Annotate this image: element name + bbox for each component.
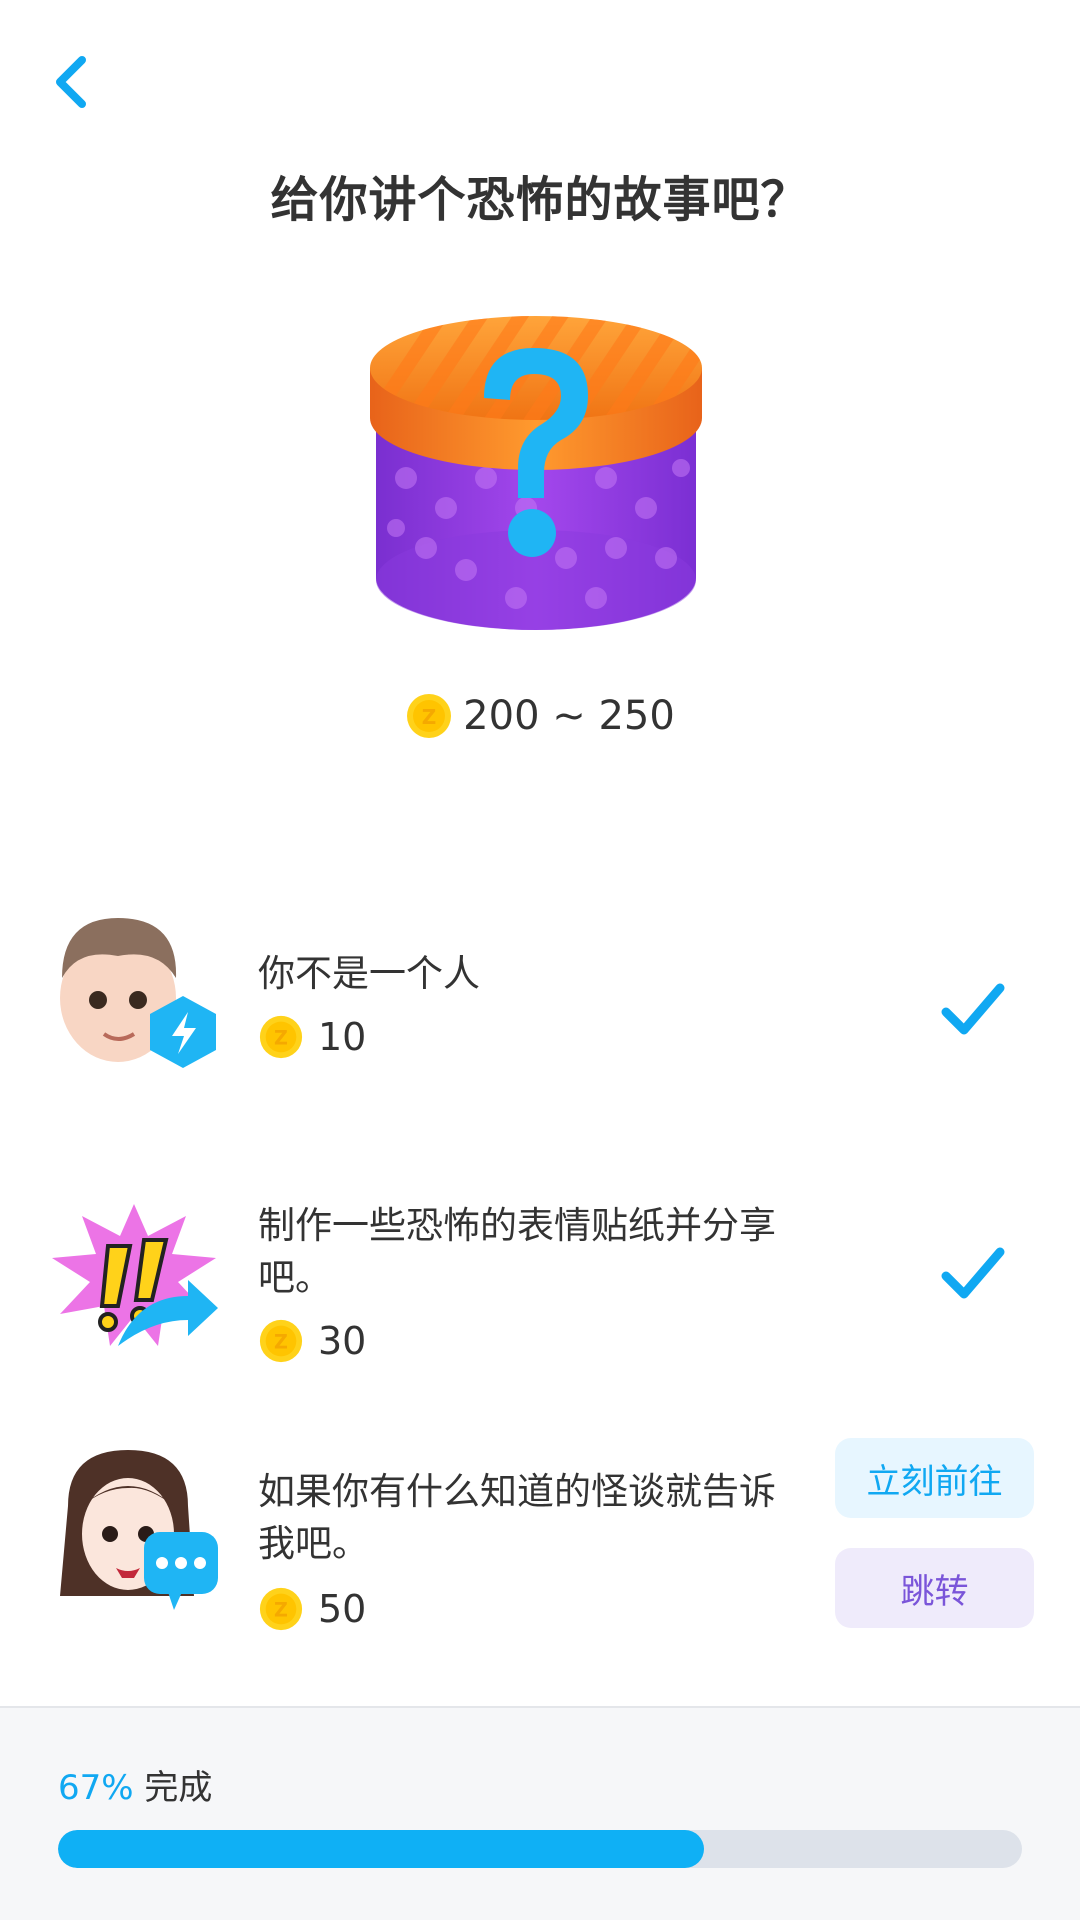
chevron-left-icon bbox=[56, 56, 86, 108]
page-title: 给你讲个恐怖的故事吧？ bbox=[270, 172, 810, 228]
task-item: 制作一些恐怖的表情贴纸并分享吧。 Z 30 bbox=[0, 1196, 1080, 1396]
progress-footer: 67% 完成 bbox=[0, 1706, 1080, 1920]
exclamation-share-icon bbox=[52, 1204, 218, 1346]
reward-range-value: 200 ~ 250 bbox=[463, 693, 675, 739]
mission-page: 给你讲个恐怖的故事吧？ Z 200 ~ 250 你不是一个人 Z 10 制作一些… bbox=[0, 0, 1080, 1920]
boy-avatar-lightning-icon bbox=[60, 918, 216, 1068]
progress-suffix: 完成 bbox=[144, 1768, 213, 1808]
coin-icon: Z bbox=[259, 1319, 303, 1363]
progress-percent: 67% bbox=[58, 1768, 134, 1808]
svg-text:Z: Z bbox=[274, 1331, 288, 1354]
check-icon bbox=[941, 1247, 1005, 1299]
girl-avatar-chat-icon bbox=[60, 1450, 218, 1610]
task-title: 你不是一个人 bbox=[258, 952, 480, 995]
check-icon bbox=[941, 983, 1005, 1035]
task-item: 你不是一个人 Z 10 bbox=[0, 908, 1080, 1108]
task-reward: Z 50 bbox=[258, 1586, 366, 1632]
task-reward-value: 50 bbox=[318, 1587, 367, 1631]
task-reward: Z 30 bbox=[258, 1318, 366, 1364]
coin-icon: Z bbox=[259, 1587, 303, 1631]
task-reward-value: 30 bbox=[318, 1319, 367, 1363]
back-button[interactable] bbox=[40, 40, 104, 124]
coin-icon: Z bbox=[259, 1015, 303, 1059]
progress-bar bbox=[58, 1830, 1022, 1868]
svg-text:Z: Z bbox=[422, 705, 437, 729]
go-now-button[interactable]: 立刻前往 bbox=[835, 1438, 1034, 1518]
jump-button[interactable]: 跳转 bbox=[835, 1548, 1034, 1628]
progress-label: 67% 完成 bbox=[58, 1760, 212, 1809]
task-item: 如果你有什么知道的怪谈就告诉我吧。 Z 50 立刻前往 跳转 bbox=[0, 1438, 1080, 1666]
reward-range: Z 200 ~ 250 bbox=[0, 692, 1080, 740]
task-title: 制作一些恐怖的表情贴纸并分享吧。 bbox=[258, 1204, 776, 1299]
task-reward: Z 10 bbox=[258, 1014, 366, 1060]
svg-text:Z: Z bbox=[274, 1027, 288, 1050]
task-title: 如果你有什么知道的怪谈就告诉我吧。 bbox=[258, 1470, 776, 1565]
svg-text:Z: Z bbox=[274, 1599, 288, 1622]
task-reward-value: 10 bbox=[318, 1015, 367, 1059]
progress-fill bbox=[58, 1830, 704, 1868]
coin-icon: Z bbox=[407, 694, 452, 738]
mystery-gift-box-icon bbox=[370, 316, 702, 630]
